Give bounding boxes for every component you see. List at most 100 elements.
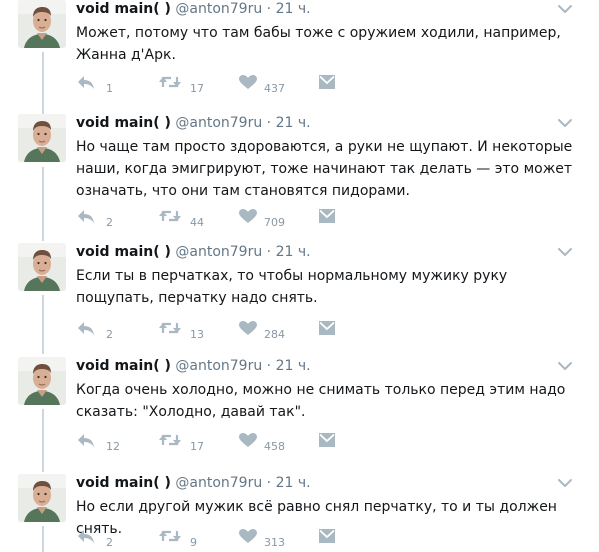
chevron-down-icon[interactable] <box>557 246 573 258</box>
direct-message-button[interactable] <box>318 320 338 342</box>
avatar-portrait-icon <box>18 0 66 48</box>
chevron-down-icon[interactable] <box>557 360 573 372</box>
avatar-portrait-icon <box>18 114 66 162</box>
timestamp[interactable]: 21 ч. <box>276 244 311 260</box>
tweet-text: Если ты в перчатках, то чтобы нормальном… <box>76 268 508 306</box>
envelope-icon <box>319 75 335 89</box>
thread-line <box>42 295 44 354</box>
like-count: 709 <box>264 216 285 229</box>
author-handle[interactable]: @anton79ru <box>175 358 262 374</box>
like-count: 437 <box>264 82 285 95</box>
reply-button[interactable]: 1 <box>76 74 136 96</box>
separator-dot: · <box>266 115 272 131</box>
chevron-down-icon[interactable] <box>557 3 573 15</box>
reply-icon <box>78 322 94 335</box>
timestamp[interactable]: 21 ч. <box>276 115 311 131</box>
author-name[interactable]: void main( ) <box>76 115 171 131</box>
retweet-count: 44 <box>190 216 204 229</box>
retweet-icon <box>159 76 181 88</box>
reply-button[interactable]: 2 <box>76 208 136 230</box>
like-count: 458 <box>264 440 285 453</box>
retweet-button[interactable]: 44 <box>158 208 228 230</box>
like-button[interactable]: 458 <box>238 432 308 454</box>
author-handle[interactable]: @anton79ru <box>175 475 262 491</box>
retweet-count: 17 <box>190 82 204 95</box>
tweet-text: Но чаще там просто здороваются, а руки н… <box>76 139 573 199</box>
author-handle[interactable]: @anton79ru <box>175 115 262 131</box>
reply-count: 2 <box>106 536 113 549</box>
separator-dot: · <box>266 358 272 374</box>
reply-icon <box>78 76 94 89</box>
reply-count: 12 <box>106 440 120 453</box>
envelope-icon <box>319 321 335 335</box>
tweet-header: void main( ) @anton79ru · 21 ч. <box>76 474 311 492</box>
retweet-count: 17 <box>190 440 204 453</box>
avatar[interactable] <box>18 114 66 162</box>
avatar[interactable] <box>18 0 66 48</box>
avatar[interactable] <box>18 474 66 522</box>
retweet-button[interactable]: 17 <box>158 432 228 454</box>
thread-line <box>42 167 44 241</box>
reply-button[interactable]: 2 <box>76 528 136 550</box>
chevron-down-icon[interactable] <box>557 117 573 129</box>
tweet-header: void main( ) @anton79ru · 21 ч. <box>76 114 311 132</box>
like-button[interactable]: 709 <box>238 208 308 230</box>
reply-button[interactable]: 12 <box>76 432 136 454</box>
direct-message-button[interactable] <box>318 208 338 230</box>
avatar-portrait-icon <box>18 243 66 291</box>
reply-icon <box>78 210 94 223</box>
like-button[interactable]: 313 <box>238 528 308 550</box>
retweet-button[interactable]: 13 <box>158 320 228 342</box>
separator-dot: · <box>266 1 272 17</box>
avatar-portrait-icon <box>18 357 66 405</box>
chevron-down-icon[interactable] <box>557 477 573 489</box>
direct-message-button[interactable] <box>318 528 338 550</box>
like-button[interactable]: 284 <box>238 320 308 342</box>
retweet-icon <box>159 530 181 542</box>
avatar-portrait-icon <box>18 474 66 522</box>
like-count: 313 <box>264 536 285 549</box>
retweet-count: 9 <box>190 536 197 549</box>
author-name[interactable]: void main( ) <box>76 358 171 374</box>
heart-icon <box>239 321 257 335</box>
author-name[interactable]: void main( ) <box>76 475 171 491</box>
retweet-icon <box>159 434 181 446</box>
envelope-icon <box>319 529 335 543</box>
avatar[interactable] <box>18 243 66 291</box>
reply-icon <box>78 530 94 543</box>
reply-button[interactable]: 2 <box>76 320 136 342</box>
tweet-header: void main( ) @anton79ru · 21 ч. <box>76 357 311 375</box>
reply-count: 1 <box>106 82 113 95</box>
like-button[interactable]: 437 <box>238 74 308 96</box>
reply-count: 2 <box>106 328 113 341</box>
like-count: 284 <box>264 328 285 341</box>
author-name[interactable]: void main( ) <box>76 244 171 260</box>
direct-message-button[interactable] <box>318 432 338 454</box>
heart-icon <box>239 529 257 543</box>
tweet-header: void main( ) @anton79ru · 21 ч. <box>76 0 311 18</box>
thread-line <box>42 409 44 472</box>
separator-dot: · <box>266 244 272 260</box>
retweet-count: 13 <box>190 328 204 341</box>
heart-icon <box>239 75 257 89</box>
direct-message-button[interactable] <box>318 74 338 96</box>
reply-icon <box>78 434 94 447</box>
thread-line <box>42 526 44 552</box>
timestamp[interactable]: 21 ч. <box>276 358 311 374</box>
tweet-header: void main( ) @anton79ru · 21 ч. <box>76 243 311 261</box>
author-handle[interactable]: @anton79ru <box>175 1 262 17</box>
retweet-button[interactable]: 9 <box>158 528 228 550</box>
timestamp[interactable]: 21 ч. <box>276 475 311 491</box>
avatar[interactable] <box>18 357 66 405</box>
heart-icon <box>239 433 257 447</box>
separator-dot: · <box>266 475 272 491</box>
retweet-icon <box>159 210 181 222</box>
retweet-button[interactable]: 17 <box>158 74 228 96</box>
envelope-icon <box>319 209 335 223</box>
author-handle[interactable]: @anton79ru <box>175 244 262 260</box>
retweet-icon <box>159 322 181 334</box>
tweet-text: Когда очень холодно, можно не снимать то… <box>76 382 566 420</box>
timestamp[interactable]: 21 ч. <box>276 1 311 17</box>
tweet-text: Может, потому что там бабы тоже с оружие… <box>76 25 561 63</box>
author-name[interactable]: void main( ) <box>76 1 171 17</box>
